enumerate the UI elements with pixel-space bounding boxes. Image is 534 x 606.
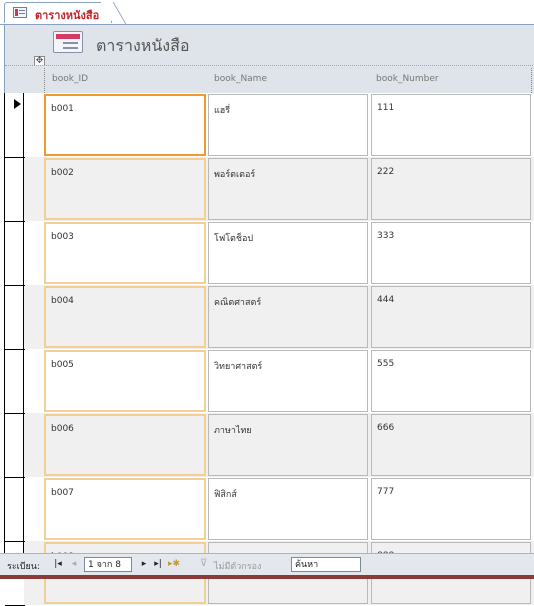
book-name-field-value: พอร์ตเตอร์ — [214, 170, 256, 180]
book-number-field-value: 777 — [377, 487, 395, 497]
book-name-field[interactable]: พอร์ตเตอร์ — [208, 158, 368, 220]
new-record-icon[interactable]: ▸✱ — [168, 558, 180, 570]
book-number-field-value: 666 — [377, 423, 395, 433]
book-name-field-value: ฟิสิกส์ — [214, 490, 237, 500]
form-logo-icon — [53, 31, 83, 53]
filter-icon[interactable]: ⊽ — [200, 558, 212, 570]
record-label: ระเบียน: — [7, 562, 40, 572]
book-name-field[interactable]: โฟโตช็อป — [208, 222, 368, 284]
record-row: b001 แฮรี่ 111 — [24, 93, 534, 157]
record-row: b002 พอร์ตเตอร์ 222 — [24, 157, 534, 221]
book-name-field[interactable]: คณิตศาสตร์ — [208, 286, 368, 348]
book-name-field-value: คณิตศาสตร์ — [214, 298, 262, 308]
book-number-field[interactable]: 555 — [371, 350, 531, 412]
search-input[interactable]: ค้นหา — [291, 557, 361, 572]
last-record-icon[interactable]: ▸| — [152, 558, 164, 570]
book-id-field-value: b002 — [51, 168, 74, 178]
record-row: b003 โฟโตช็อป 333 — [24, 221, 534, 285]
form-title: ตารางหนังสือ — [96, 36, 190, 55]
book-number-field-value: 555 — [377, 359, 395, 369]
book-number-field[interactable]: 666 — [371, 414, 531, 476]
book-number-field[interactable]: 444 — [371, 286, 531, 348]
tab-book-table[interactable]: ตารางหนังสือ — [4, 2, 112, 23]
book-id-field-value: b005 — [51, 360, 74, 370]
book-name-field-value: วิทยาศาสตร์ — [214, 362, 263, 372]
current-record-arrow-icon — [14, 99, 21, 109]
column-header-book-id: book_ID — [52, 74, 89, 84]
book-number-field[interactable]: 777 — [371, 478, 531, 540]
book-name-field-value: ภาษาไทย — [214, 426, 252, 436]
form-header: ตารางหนังสือ — [5, 25, 534, 65]
book-id-field-value: b006 — [51, 424, 74, 434]
book-name-field[interactable]: ฟิสิกส์ — [208, 478, 368, 540]
record-row: b007 ฟิสิกส์ 777 — [24, 477, 534, 541]
book-id-field-value: b003 — [51, 232, 74, 242]
book-id-field-value: b007 — [51, 488, 74, 498]
book-id-field-value: b004 — [51, 296, 74, 306]
book-id-field[interactable]: b004 — [44, 286, 206, 348]
book-number-field-value: 222 — [377, 167, 395, 177]
book-id-field[interactable]: b001 — [44, 94, 206, 156]
record-row: b004 คณิตศาสตร์ 444 — [24, 285, 534, 349]
book-id-field[interactable]: b005 — [44, 350, 206, 412]
book-number-field[interactable]: 222 — [371, 158, 531, 220]
book-id-field[interactable]: b003 — [44, 222, 206, 284]
book-number-field[interactable]: 333 — [371, 222, 531, 284]
book-id-field[interactable]: b007 — [44, 478, 206, 540]
column-headers: book_ID book_Name book_Number — [5, 65, 534, 94]
first-record-icon[interactable]: |◂ — [52, 558, 64, 570]
column-header-book-name: book_Name — [214, 74, 267, 84]
book-id-field[interactable]: b002 — [44, 158, 206, 220]
tab-label: ตารางหนังสือ — [35, 9, 100, 22]
book-id-field[interactable]: b006 — [44, 414, 206, 476]
previous-record-icon[interactable]: ◂ — [68, 558, 80, 570]
form-icon — [13, 7, 27, 18]
book-name-field[interactable]: ภาษาไทย — [208, 414, 368, 476]
book-number-field-value: 333 — [377, 231, 395, 241]
next-record-icon[interactable]: ▸ — [138, 558, 150, 570]
record-row: b005 วิทยาศาสตร์ 555 — [24, 349, 534, 413]
current-record-input[interactable]: 1 จาก 8 — [84, 557, 132, 572]
book-name-field[interactable]: แฮรี่ — [208, 94, 368, 156]
record-navigation-bar: ระเบียน: |◂ ◂ 1 จาก 8 ▸ ▸| ▸✱ ⊽ ไม่มีตัว… — [0, 553, 534, 575]
book-number-field-value: 444 — [377, 295, 395, 305]
book-number-field[interactable]: 111 — [371, 94, 531, 156]
record-row: b006 ภาษาไทย 666 — [24, 413, 534, 477]
document-tab-bar: ตารางหนังสือ — [0, 0, 534, 25]
book-name-field-value: แฮรี่ — [214, 106, 231, 116]
book-id-field-value: b001 — [51, 104, 74, 114]
record-selector-column[interactable] — [4, 93, 25, 606]
book-name-field[interactable]: วิทยาศาสตร์ — [208, 350, 368, 412]
column-header-book-number: book_Number — [376, 74, 439, 84]
book-name-field-value: โฟโตช็อป — [214, 234, 254, 244]
filter-status[interactable]: ไม่มีตัวกรอง — [214, 559, 261, 573]
book-number-field-value: 111 — [377, 103, 395, 113]
